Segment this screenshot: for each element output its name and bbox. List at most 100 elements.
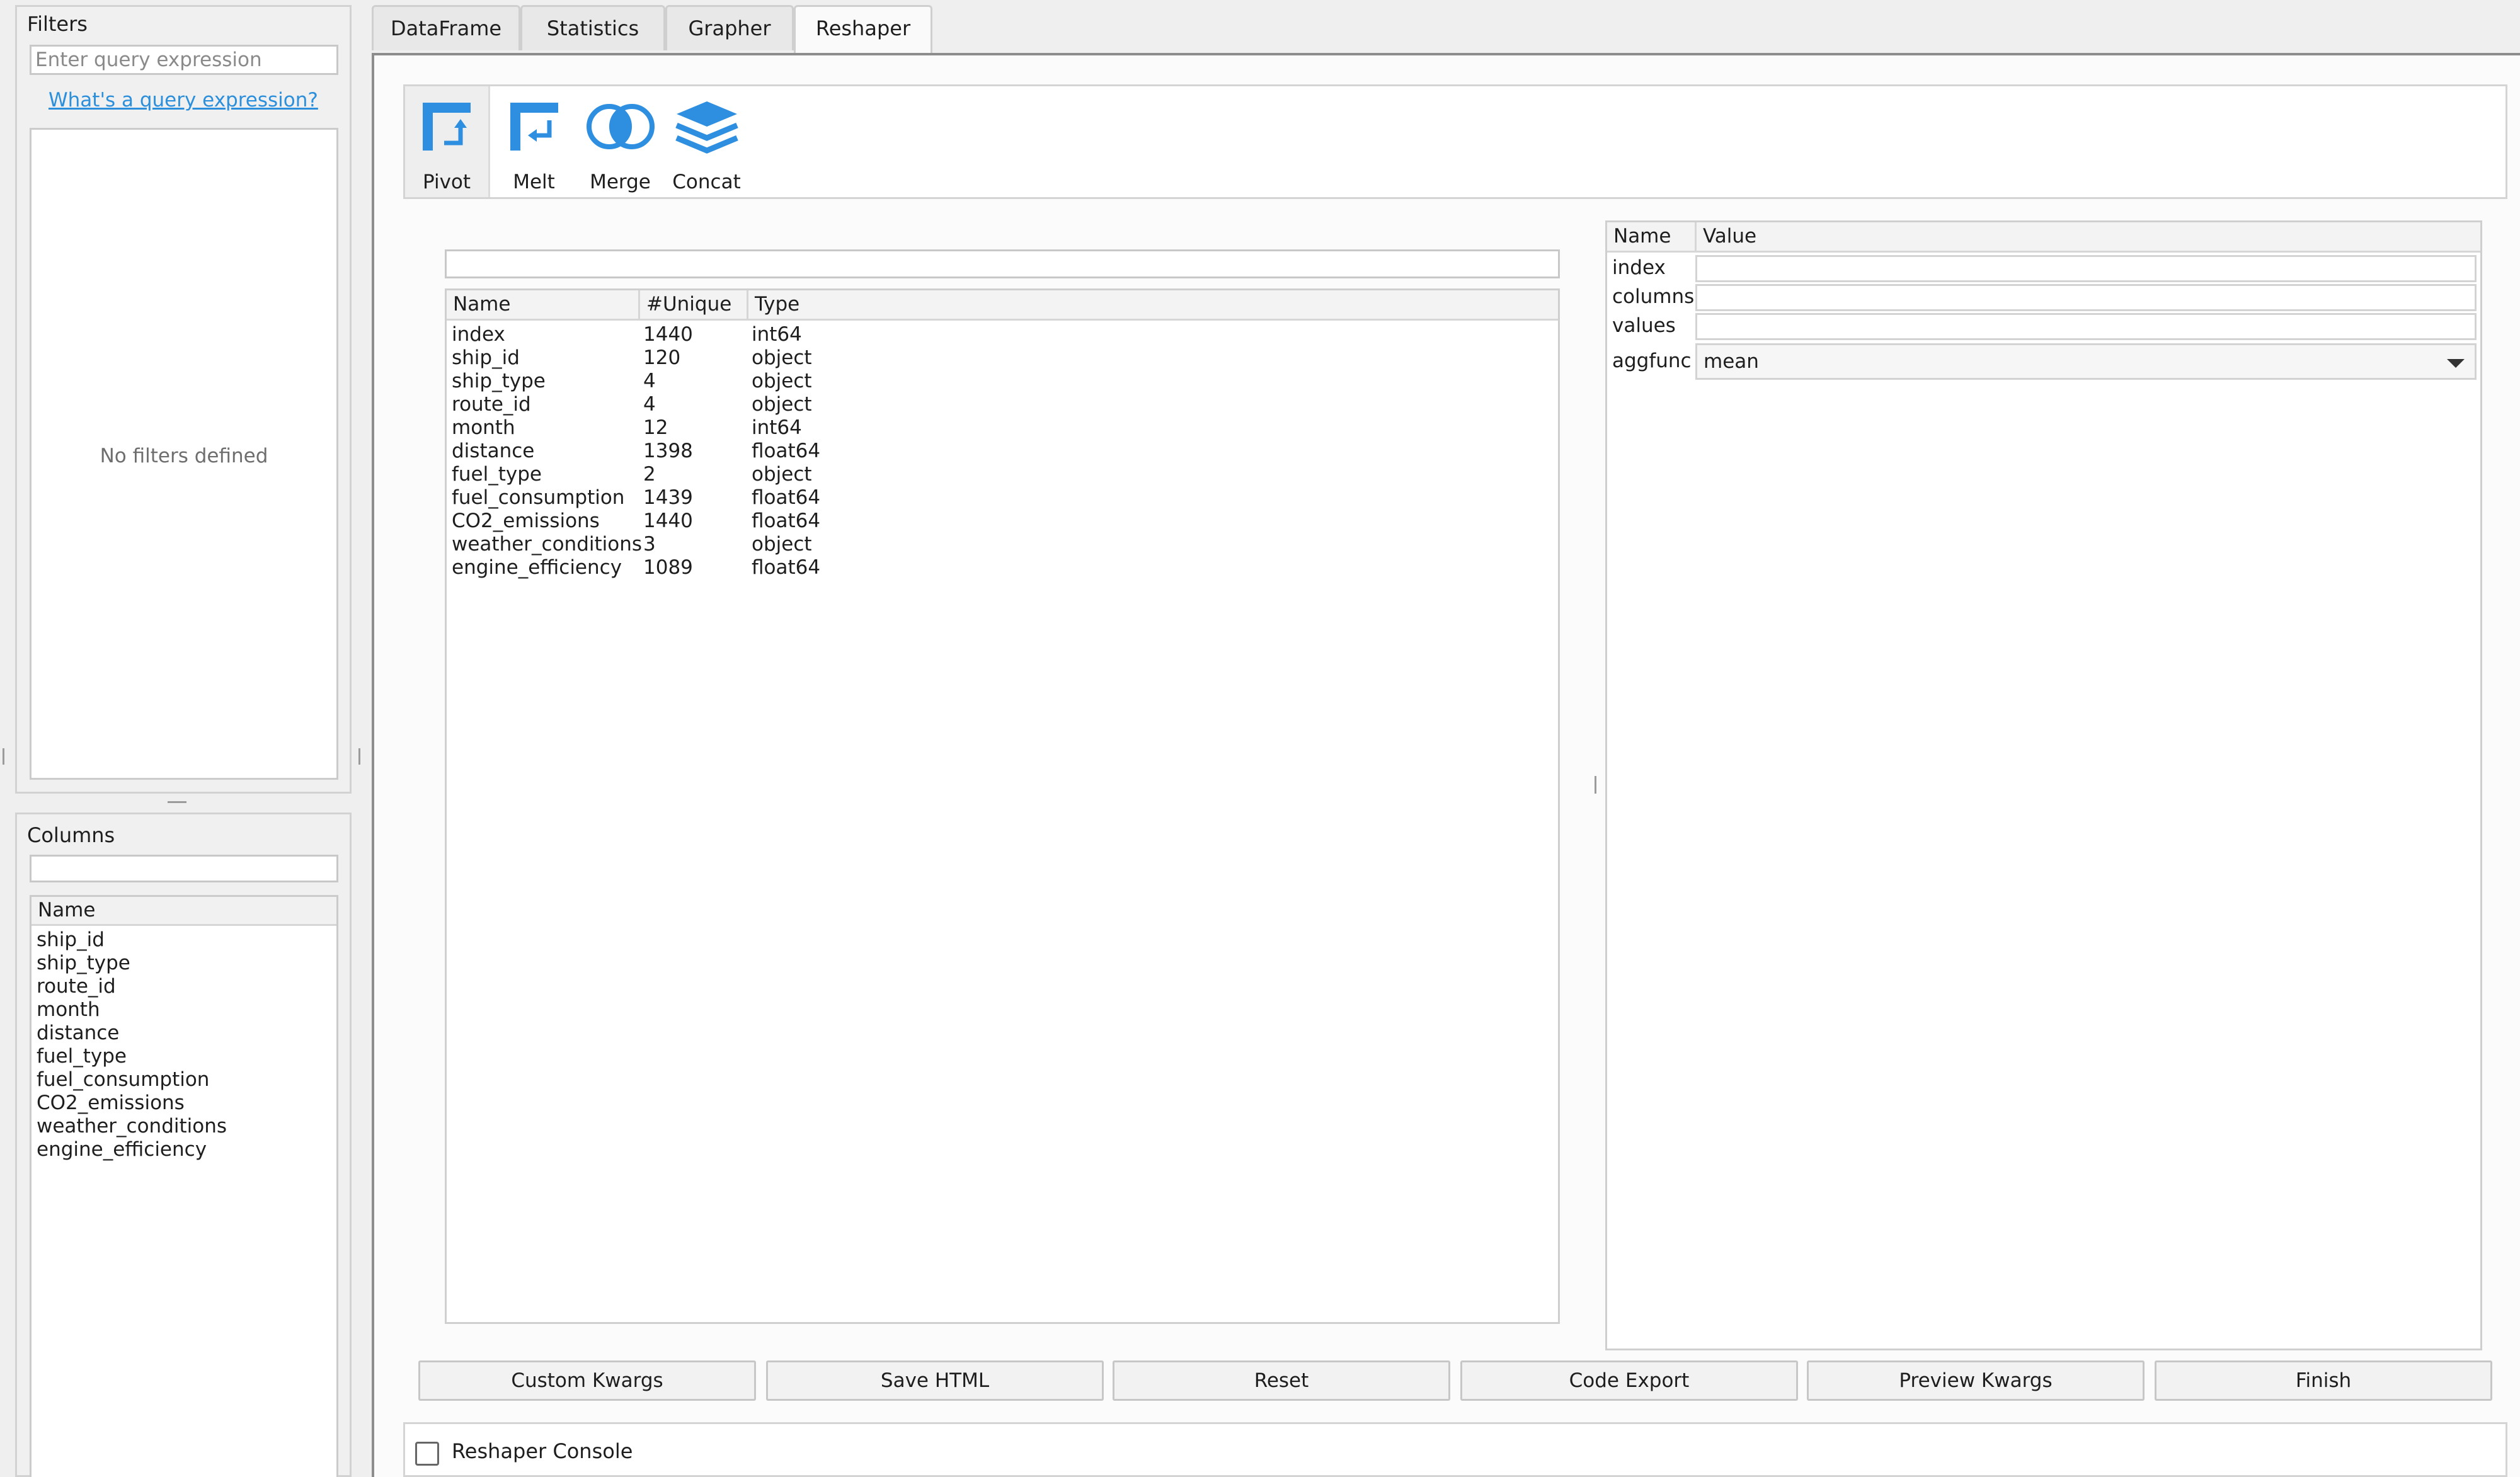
cell-name: ship_id [452,346,520,369]
tool-label: Merge [590,171,651,193]
splitter-handle[interactable] [168,801,186,803]
cell-name: ship_type [452,370,546,392]
cell-type: float64 [752,486,821,509]
columns-list: Name ship_id ship_type route_id month distan… [30,895,338,1477]
cell-name: fuel_type [452,463,542,486]
filters-list: No filters defined [30,128,338,780]
cell-unique: 3 [643,533,656,556]
query-help-link[interactable]: What's a query expression? [49,89,318,111]
tool-merge-button[interactable]: Merge [578,86,663,197]
tab-reshaper[interactable]: Reshaper [794,5,932,53]
save-html-button[interactable]: Save HTML [766,1360,1104,1401]
table-row[interactable]: route_id 4 object [447,393,1558,416]
column-list-item[interactable]: month [32,998,336,1022]
code-export-button[interactable]: Code Export [1460,1360,1798,1401]
header-unique[interactable]: #Unique [640,290,748,319]
column-list-item[interactable]: distance [32,1022,336,1045]
filters-title: Filters [27,12,88,36]
column-list-item[interactable]: fuel_consumption [32,1068,336,1092]
aggfunc-select[interactable]: mean [1695,343,2477,380]
column-list-item[interactable]: ship_type [32,952,336,975]
kwarg-label-values: values [1612,314,1676,337]
cell-name: route_id [452,393,531,416]
tool-pivot-button[interactable]: Pivot [405,86,490,197]
cell-name: CO2_emissions [452,510,600,532]
cell-type: float64 [752,556,821,579]
cell-name: index [452,323,505,346]
cell-name: month [452,416,515,439]
cell-unique: 1089 [643,556,693,579]
finish-button[interactable]: Finish [2155,1360,2492,1401]
custom-kwargs-button[interactable]: Custom Kwargs [418,1360,756,1401]
console-checkbox[interactable] [415,1442,439,1466]
cell-name: fuel_consumption [452,486,625,509]
table-search-input[interactable] [445,249,1560,278]
kwarg-values-input[interactable] [1695,313,2477,340]
table-row[interactable]: weather_conditions 3 object [447,533,1558,556]
cell-type: object [752,346,812,369]
column-list-item[interactable]: weather_conditions [32,1115,336,1138]
columns-search-input[interactable] [30,855,338,882]
cell-name: engine_efficiency [452,556,622,579]
kwargs-header-value: Value [1703,225,1757,248]
cell-unique: 4 [643,393,656,416]
left-edge-handle[interactable] [3,748,4,765]
reset-button[interactable]: Reset [1113,1360,1450,1401]
cell-unique: 1398 [643,440,693,462]
column-list-item[interactable]: fuel_type [32,1045,336,1068]
cell-type: int64 [752,323,802,346]
tab-statistics[interactable]: Statistics [520,5,665,50]
kwargs-header: Name Value [1607,222,2480,253]
columns-panel: Columns Name ship_id ship_type route_id mon… [15,813,352,1477]
aggfunc-value: mean [1704,350,1759,373]
table-row[interactable]: fuel_type 2 object [447,463,1558,486]
cell-type: int64 [752,416,802,439]
header-name[interactable]: Name [447,290,640,319]
header-type[interactable]: Type [748,290,824,319]
cell-unique: 12 [643,416,668,439]
reshaper-console: Reshaper Console [403,1422,2507,1477]
table-row[interactable]: ship_type 4 object [447,370,1558,393]
kwarg-label-aggfunc: aggfunc [1612,350,1692,372]
cell-type: float64 [752,510,821,532]
cell-unique: 1440 [643,323,693,346]
cell-type: object [752,370,812,392]
no-filters-message: No filters defined [100,445,268,467]
cell-unique: 4 [643,370,656,392]
column-list-item[interactable]: engine_efficiency [32,1138,336,1161]
cell-type: object [752,533,812,556]
table-row[interactable]: index 1440 int64 [447,323,1558,346]
columns-list-header: Name [32,897,336,926]
cell-unique: 120 [643,346,681,369]
column-list-item[interactable]: route_id [32,975,336,998]
table-row[interactable]: fuel_consumption 1439 float64 [447,486,1558,510]
left-splitter-handle[interactable] [358,748,360,765]
columns-title: Columns [27,823,115,847]
tab-dataframe[interactable]: DataFrame [372,5,520,50]
table-row[interactable]: engine_efficiency 1089 float64 [447,556,1558,579]
table-row[interactable]: CO2_emissions 1440 float64 [447,510,1558,533]
tab-grapher[interactable]: Grapher [665,5,794,50]
kwargs-header-name: Name [1607,222,1697,251]
table-row[interactable]: month 12 int64 [447,416,1558,440]
kwarg-index-input[interactable] [1695,255,2477,282]
preview-kwargs-button[interactable]: Preview Kwargs [1807,1360,2145,1401]
table-row[interactable]: ship_id 120 object [447,346,1558,370]
columns-table: Name #Unique Type index 1440 int64 ship_id 1… [445,288,1560,1324]
tool-concat-button[interactable]: Concat [664,86,749,197]
chevron-down-icon[interactable] [2447,359,2465,368]
cell-type: float64 [752,440,821,462]
kwargs-panel: Name Value index columns values aggfunc … [1605,220,2482,1350]
tool-label: Melt [513,171,555,193]
filters-panel: Filters Enter query expression What's a … [15,5,352,794]
table-row[interactable]: distance 1398 float64 [447,440,1558,463]
cell-unique: 2 [643,463,656,486]
cell-unique: 1439 [643,486,693,509]
kwarg-columns-input[interactable] [1695,284,2477,311]
center-splitter-handle[interactable] [1595,776,1596,794]
column-list-item[interactable]: CO2_emissions [32,1092,336,1115]
column-list-item[interactable]: ship_id [32,928,336,952]
console-label[interactable]: Reshaper Console [452,1439,633,1463]
query-input[interactable]: Enter query expression [30,45,338,75]
tool-melt-button[interactable]: Melt [491,86,576,197]
